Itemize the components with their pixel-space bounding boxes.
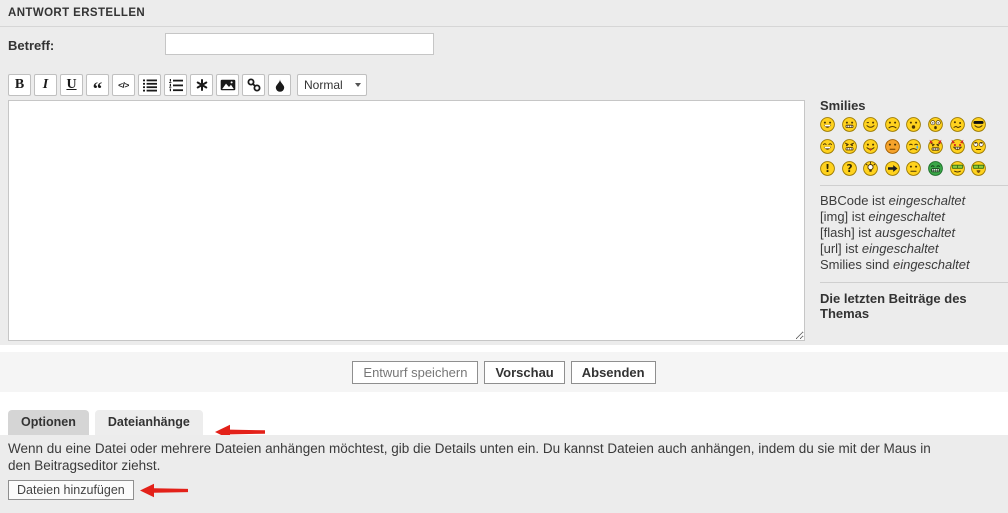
bbcode-status-list: BBCode ist eingeschaltet[img] ist einges… <box>820 193 1008 273</box>
smiley-exclamation-icon[interactable]: ! <box>820 161 835 176</box>
smiley-laughing-icon[interactable] <box>820 139 835 154</box>
smiley-grid: !? <box>820 117 1008 176</box>
list-ordered-button[interactable] <box>164 74 187 96</box>
bbcode-status-line: [url] ist eingeschaltet <box>820 241 1008 257</box>
smiley-wink-icon[interactable] <box>863 117 878 132</box>
post-editor-section: ANTWORT ERSTELLEN Betreff: B I U “ </> Norma… <box>0 0 1008 345</box>
options-tabs: Optionen Dateianhänge <box>8 410 265 435</box>
smiley-shocked-icon[interactable] <box>928 117 943 132</box>
add-files-row: Dateien hinzufügen <box>8 480 188 500</box>
smiley-smile-icon[interactable] <box>842 117 857 132</box>
smiley-twisted-evil-icon[interactable] <box>950 139 965 154</box>
font-size-select-wrap: Normal <box>297 74 367 96</box>
smiley-idea-icon[interactable] <box>863 161 878 176</box>
smiley-evil-icon[interactable] <box>928 139 943 154</box>
smiley-razz-icon[interactable] <box>863 139 878 154</box>
svg-text:!: ! <box>825 163 830 175</box>
preview-button[interactable]: Vorschau <box>484 361 564 384</box>
smiley-confused-icon[interactable] <box>950 117 965 132</box>
smiley-question-icon[interactable]: ? <box>842 161 857 176</box>
svg-text:?: ? <box>846 163 852 175</box>
italic-button[interactable]: I <box>34 74 57 96</box>
page-title: ANTWORT ERSTELLEN <box>8 7 145 19</box>
smiley-mad-icon[interactable] <box>842 139 857 154</box>
last-posts-title: Die letzten Beiträge des Themas <box>820 291 1008 321</box>
save-draft-button[interactable]: Entwurf speichern <box>352 361 478 384</box>
image-icon <box>220 79 236 91</box>
underline-icon: U <box>66 78 76 92</box>
smiley-arrow-icon[interactable] <box>885 161 900 176</box>
list-bullet-button[interactable] <box>138 74 161 96</box>
sidebar-divider <box>820 185 1008 186</box>
bbcode-status-line: [flash] ist ausgeschaltet <box>820 225 1008 241</box>
text-color-button[interactable] <box>268 74 291 96</box>
list-bullet-icon <box>143 79 157 92</box>
list-item-icon <box>196 79 208 91</box>
annotation-arrow-button-icon <box>140 483 188 498</box>
smiley-geek-icon[interactable] <box>950 161 965 176</box>
form-actions-bar: Entwurf speichern Vorschau Absenden <box>0 352 1008 392</box>
underline-button[interactable]: U <box>60 74 83 96</box>
smilies-title: Smilies <box>820 98 1008 113</box>
smiley-neutral-icon[interactable] <box>906 161 921 176</box>
code-icon: </> <box>118 80 129 90</box>
smiley-mr-green-icon[interactable] <box>928 161 943 176</box>
attachments-panel: Wenn du eine Datei oder mehrere Dateien … <box>0 435 1008 513</box>
smiley-very-happy-icon[interactable] <box>820 117 835 132</box>
subject-label: Betreff: <box>8 38 54 53</box>
message-textarea[interactable] <box>8 100 805 341</box>
tab-dateianhaenge[interactable]: Dateianhänge <box>95 410 203 435</box>
smiley-ultra-geek-icon[interactable] <box>971 161 986 176</box>
text-color-icon <box>275 79 285 92</box>
bold-icon: B <box>15 78 24 92</box>
font-size-select[interactable]: Normal <box>297 74 367 96</box>
link-icon <box>247 78 261 92</box>
link-button[interactable] <box>242 74 265 96</box>
italic-icon: I <box>43 78 48 92</box>
list-ordered-icon <box>169 79 183 92</box>
bbcode-status-line: Smilies sind eingeschaltet <box>820 257 1008 273</box>
add-files-button[interactable]: Dateien hinzufügen <box>8 480 134 500</box>
page-header: ANTWORT ERSTELLEN <box>0 0 1008 27</box>
code-button[interactable]: </> <box>112 74 135 96</box>
smiley-embarrassed-icon[interactable] <box>885 139 900 154</box>
editor-sidebar: Smilies !? BBCode ist eingeschaltet[img]… <box>820 98 1008 321</box>
bbcode-status-line: BBCode ist eingeschaltet <box>820 193 1008 209</box>
bbcode-toolbar: B I U “ </> Normal <box>8 74 367 96</box>
smiley-cool-icon[interactable] <box>971 117 986 132</box>
quote-button[interactable]: “ <box>86 74 109 96</box>
sidebar-divider <box>820 282 1008 283</box>
tab-optionen[interactable]: Optionen <box>8 410 89 435</box>
bold-button[interactable]: B <box>8 74 31 96</box>
smiley-sad-icon[interactable] <box>885 117 900 132</box>
submit-button[interactable]: Absenden <box>571 361 656 384</box>
smiley-rolling-eyes-icon[interactable] <box>971 139 986 154</box>
smiley-crying-icon[interactable] <box>906 139 921 154</box>
subject-input[interactable] <box>165 33 434 55</box>
smiley-surprised-icon[interactable] <box>906 117 921 132</box>
bbcode-status-line: [img] ist eingeschaltet <box>820 209 1008 225</box>
image-button[interactable] <box>216 74 239 96</box>
attachments-description: Wenn du eine Datei oder mehrere Dateien … <box>8 441 946 474</box>
list-item-button[interactable] <box>190 74 213 96</box>
